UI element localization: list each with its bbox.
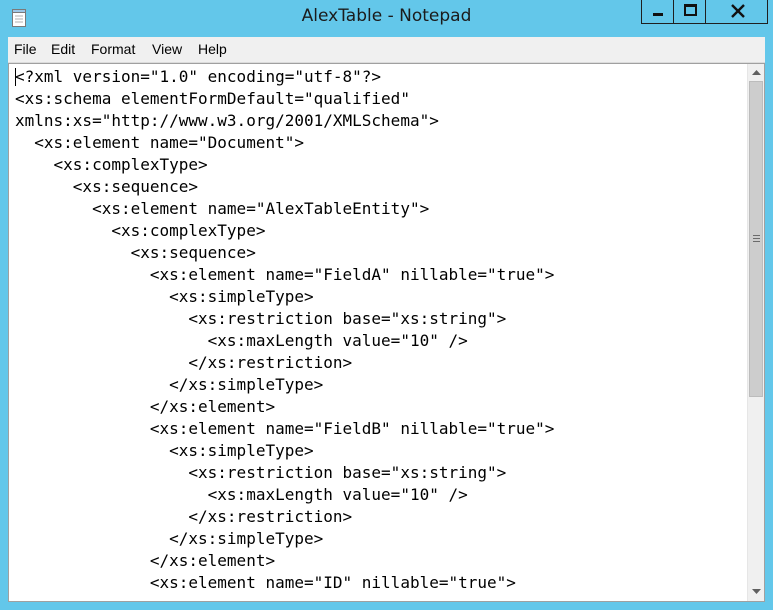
arrow-down-icon	[752, 589, 761, 594]
scroll-down-button[interactable]	[748, 584, 764, 601]
text-line: </xs:simpleType>	[15, 529, 324, 548]
text-editor[interactable]: <?xml version="1.0" encoding="utf-8"?> <x…	[8, 63, 765, 602]
minimize-icon	[653, 13, 663, 16]
text-line: xmlns:xs="http://www.w3.org/2001/XMLSche…	[15, 111, 439, 130]
text-line: <xs:complexType>	[15, 155, 208, 174]
menu-bar: File Edit Format View Help	[8, 37, 765, 63]
text-line: <xs:sequence>	[15, 243, 256, 262]
menu-help[interactable]: Help	[198, 41, 227, 57]
text-line: <?xml version="1.0" encoding="utf-8"?>	[15, 67, 382, 86]
editor-text[interactable]: <?xml version="1.0" encoding="utf-8"?> <x…	[15, 66, 740, 600]
text-caret	[15, 68, 16, 86]
text-line: </xs:simpleType>	[15, 375, 324, 394]
close-icon	[731, 4, 745, 18]
text-line: </xs:restriction>	[15, 353, 353, 372]
minimize-button[interactable]	[641, 0, 674, 24]
title-bar[interactable]: AlexTable - Notepad	[0, 0, 773, 36]
text-line: </xs:element>	[15, 397, 276, 416]
close-button[interactable]	[705, 0, 768, 24]
scroll-thumb[interactable]	[749, 81, 763, 397]
text-line: <xs:element name="FieldA" nillable="true…	[15, 265, 555, 284]
menu-view[interactable]: View	[152, 41, 182, 57]
notepad-window: AlexTable - Notepad File Edit Format Vie…	[0, 0, 773, 610]
text-line: <xs:element name="FieldB" nillable="true…	[15, 419, 555, 438]
maximize-button[interactable]	[673, 0, 706, 24]
menu-edit[interactable]: Edit	[51, 41, 75, 57]
text-line: <xs:simpleType>	[15, 287, 314, 306]
scroll-up-button[interactable]	[748, 64, 764, 81]
arrow-up-icon	[752, 70, 761, 75]
menu-file[interactable]: File	[14, 41, 37, 57]
thumb-grip-line	[753, 235, 760, 236]
menu-format[interactable]: Format	[91, 41, 135, 57]
thumb-grip-line	[753, 238, 760, 239]
maximize-icon	[684, 4, 697, 16]
text-line: <xs:schema elementFormDefault="qualified…	[15, 89, 410, 108]
text-line: <xs:element name="ID" nillable="true">	[15, 573, 516, 592]
text-line: <xs:restriction base="xs:string">	[15, 309, 507, 328]
text-line: <xs:simpleType>	[15, 441, 314, 460]
text-line: <xs:restriction base="xs:string">	[15, 463, 507, 482]
vertical-scrollbar[interactable]	[747, 64, 764, 601]
text-line: <xs:maxLength value="10" />	[15, 485, 468, 504]
text-line: </xs:restriction>	[15, 507, 353, 526]
text-line: <xs:element name="AlexTableEntity">	[15, 199, 430, 218]
text-line: <xs:maxLength value="10" />	[15, 331, 468, 350]
text-line: </xs:element>	[15, 551, 276, 570]
thumb-grip-line	[753, 241, 760, 242]
text-line: <xs:element name="Document">	[15, 133, 304, 152]
text-line: <xs:complexType>	[15, 221, 266, 240]
text-line: <xs:sequence>	[15, 177, 199, 196]
